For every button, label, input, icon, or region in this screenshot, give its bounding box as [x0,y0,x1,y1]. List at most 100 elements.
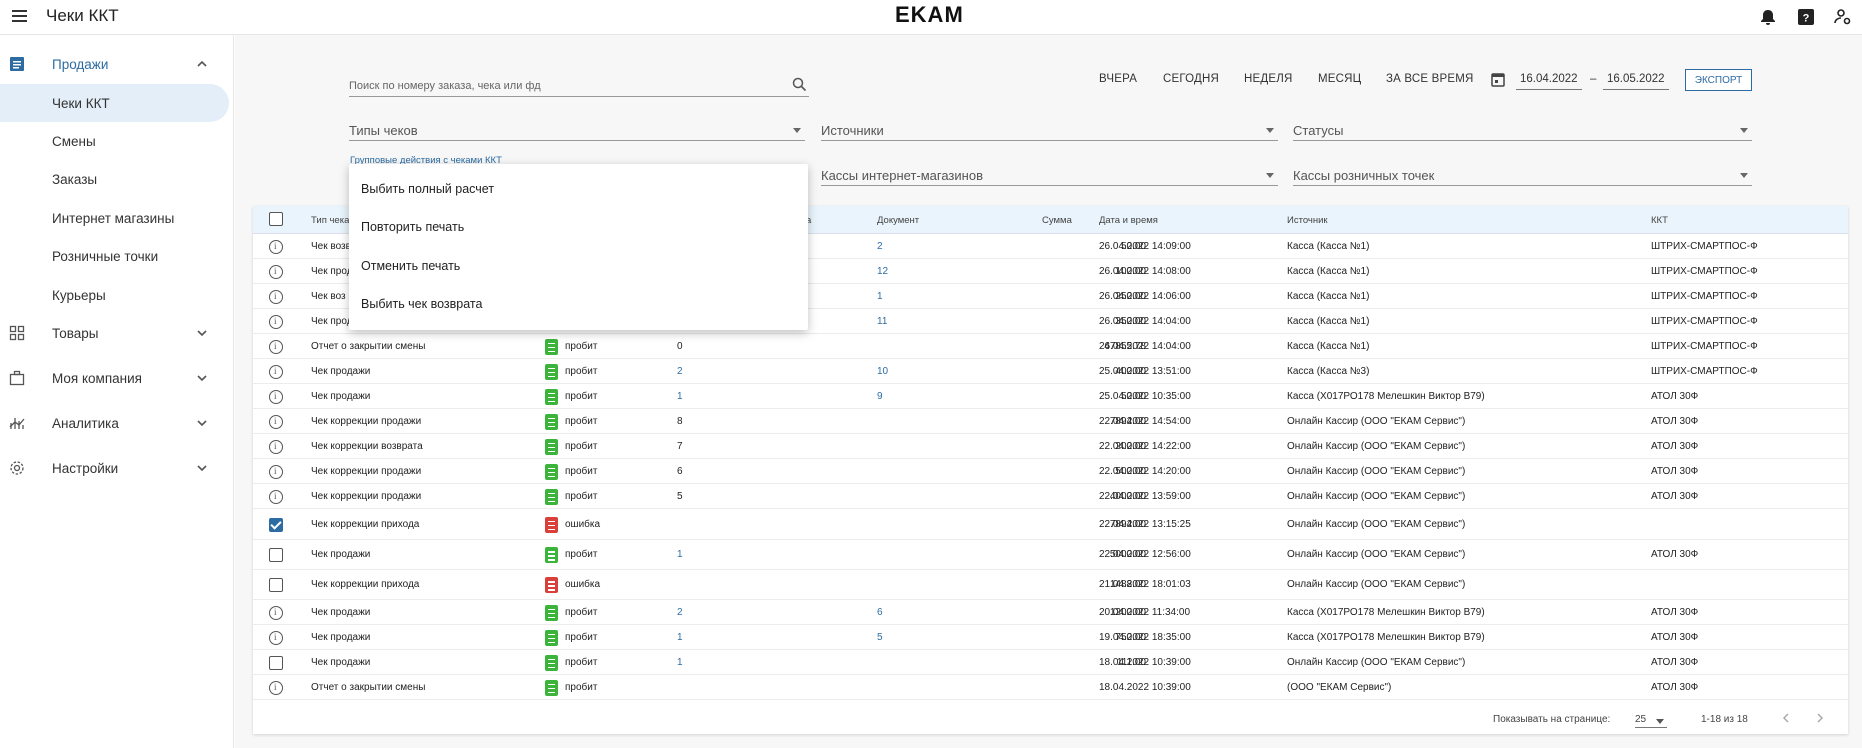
sidebar-item-orders[interactable]: Заказы [0,160,229,198]
cell-document-link[interactable]: 9 [877,391,883,402]
export-button[interactable]: ЭКСПОРТ [1685,69,1752,91]
period-week-button[interactable]: НЕДЕЛЯ [1244,73,1293,85]
cell-shift-link[interactable]: 1 [677,632,683,643]
prev-page-icon[interactable] [1780,712,1792,724]
row-checkbox[interactable] [269,655,283,670]
retail-kkt-select[interactable]: Кассы розничных точек [1293,164,1752,186]
calendar-icon[interactable] [1491,72,1505,87]
header-source[interactable]: Источник [1287,215,1328,226]
menu-item-full-payment[interactable]: Выбить полный расчет [361,182,494,196]
sidebar-item-settings[interactable]: Настройки [0,449,229,487]
cell-document-link[interactable]: 12 [877,266,888,277]
info-icon[interactable] [269,680,283,695]
info-icon[interactable] [269,289,283,304]
info-icon[interactable] [269,339,283,354]
info-icon[interactable] [269,414,283,429]
row-checkbox[interactable] [269,517,283,532]
sidebar-item-retail-points[interactable]: Розничные точки [0,237,229,275]
row-checkbox[interactable] [269,578,283,592]
period-yesterday-button[interactable]: ВЧЕРА [1099,73,1137,85]
info-icon[interactable] [269,464,283,479]
cell-shift-link[interactable]: 8 [677,416,683,427]
sidebar-item-online-stores[interactable]: Интернет магазины [0,199,229,237]
logo[interactable]: EKAM [895,2,964,28]
statuses-select[interactable]: Статусы [1293,119,1752,141]
sidebar-item-couriers[interactable]: Курьеры [0,276,229,314]
header-datetime[interactable]: Дата и время [1099,215,1158,226]
cell-shift-link[interactable]: 1 [677,391,683,402]
pagination-range: 1-18 из 18 [1701,714,1748,725]
sidebar-item-my-company[interactable]: Моя компания [0,359,229,397]
select-label: Кассы интернет-магазинов [821,168,983,183]
search-icon[interactable] [792,77,807,92]
cell-document-link[interactable]: 5 [877,632,883,643]
header-type[interactable]: Тип чека [311,215,349,226]
next-page-icon[interactable] [1814,712,1826,724]
table-row[interactable]: Чек продажи пробит 1 5000.00 22.04.2022 12:5… [253,540,1848,570]
table-row[interactable]: Чек продажи пробит 1 111.00 18.04.2022 10:39… [253,650,1848,675]
cell-shift-link[interactable]: 7 [677,441,683,452]
sidebar-item-sales[interactable]: Продажи [0,45,229,83]
cell-document-link[interactable]: 2 [877,241,883,252]
period-all-time-button[interactable]: ЗА ВСЕ ВРЕМЯ [1386,73,1474,85]
select-all-checkbox[interactable] [269,212,283,226]
cell-document-link[interactable]: 6 [877,607,883,618]
menu-icon[interactable] [12,10,27,22]
info-icon[interactable] [269,364,283,379]
header-kkt[interactable]: ККТ [1651,215,1668,226]
table-row[interactable]: Чек продажипробит261200.0020.04.2022 11:… [253,600,1848,625]
cell-shift-link[interactable]: 6 [677,466,683,477]
cell-status: пробит [565,465,598,477]
table-row[interactable]: Чек коррекции прихода ошибка 7894.00 22.04.… [253,509,1848,540]
info-icon[interactable] [269,605,283,620]
info-icon[interactable] [269,239,283,254]
menu-item-repeat-print[interactable]: Повторить печать [361,220,464,234]
help-icon[interactable]: ? [1797,8,1815,26]
table-row[interactable]: Чек коррекции продажипробит54000.0022.04… [253,484,1848,509]
cell-status: пробит [565,390,598,402]
cell-shift-link[interactable]: 0 [677,341,683,352]
table-row[interactable]: Чек коррекции продажипробит87894.0022.04… [253,409,1848,434]
date-to-field[interactable]: 16.05.2022 [1603,73,1669,90]
info-icon[interactable] [269,314,283,329]
period-today-button[interactable]: СЕГОДНЯ [1163,73,1219,85]
search-input[interactable]: Поиск по номеру заказа, чека или фд [349,75,809,97]
cell-document-link[interactable]: 10 [877,366,888,377]
header-document[interactable]: Документ [877,215,919,226]
cell-shift-link[interactable]: 5 [677,491,683,502]
cell-document-link[interactable]: 11 [877,316,887,327]
info-icon[interactable] [269,439,283,454]
info-icon[interactable] [269,389,283,404]
cell-shift-link[interactable]: 1 [677,657,683,668]
user-settings-icon[interactable] [1834,8,1852,26]
header-sum[interactable]: Сумма [1042,215,1072,226]
table-row[interactable]: Чек коррекции продажипробит6500.0022.04.… [253,459,1848,484]
sidebar-item-products[interactable]: Товары [0,314,229,352]
period-month-button[interactable]: МЕСЯЦ [1318,73,1361,85]
table-row[interactable]: Отчет о закрытии смены пробит 18.04.2022 1… [253,675,1848,700]
menu-item-cancel-print[interactable]: Отменить печать [361,259,460,273]
table-row[interactable]: Чек продажипробит15750.0019.04.2022 18:3… [253,625,1848,650]
cell-shift-link[interactable]: 2 [677,366,683,377]
table-row[interactable]: Чек коррекции возвратапробит7200.0022.04… [253,434,1848,459]
table-row[interactable]: Отчет о закрытии сменыпробит047855.7826.… [253,334,1848,359]
sources-select[interactable]: Источники [821,119,1278,141]
info-icon[interactable] [269,489,283,504]
table-row[interactable]: Чек коррекции прихода ошибка 1488.00 21.04.… [253,570,1848,600]
sidebar-item-kkt-receipts[interactable]: Чеки ККТ [0,84,229,122]
sidebar-item-shifts[interactable]: Смены [0,122,229,160]
cell-shift-link[interactable]: 1 [677,549,683,560]
cell-document-link[interactable]: 1 [877,291,883,302]
bell-icon[interactable] [1759,8,1777,26]
menu-item-return-receipt[interactable]: Выбить чек возврата [361,297,482,311]
info-icon[interactable] [269,630,283,645]
sidebar-item-analytics[interactable]: Аналитика [0,404,229,442]
online-kkt-select[interactable]: Кассы интернет-магазинов [821,164,1278,186]
info-icon[interactable] [269,264,283,279]
receipt-types-select[interactable]: Типы чеков [349,119,805,141]
cell-shift-link[interactable]: 2 [677,607,683,618]
date-from-field[interactable]: 16.04.2022 [1516,73,1582,90]
table-row[interactable]: Чек продажипробит210400.0025.04.2022 13:… [253,359,1848,384]
row-checkbox[interactable] [269,548,283,562]
table-row[interactable]: Чек продажипробит1950.0025.04.2022 10:35… [253,384,1848,409]
